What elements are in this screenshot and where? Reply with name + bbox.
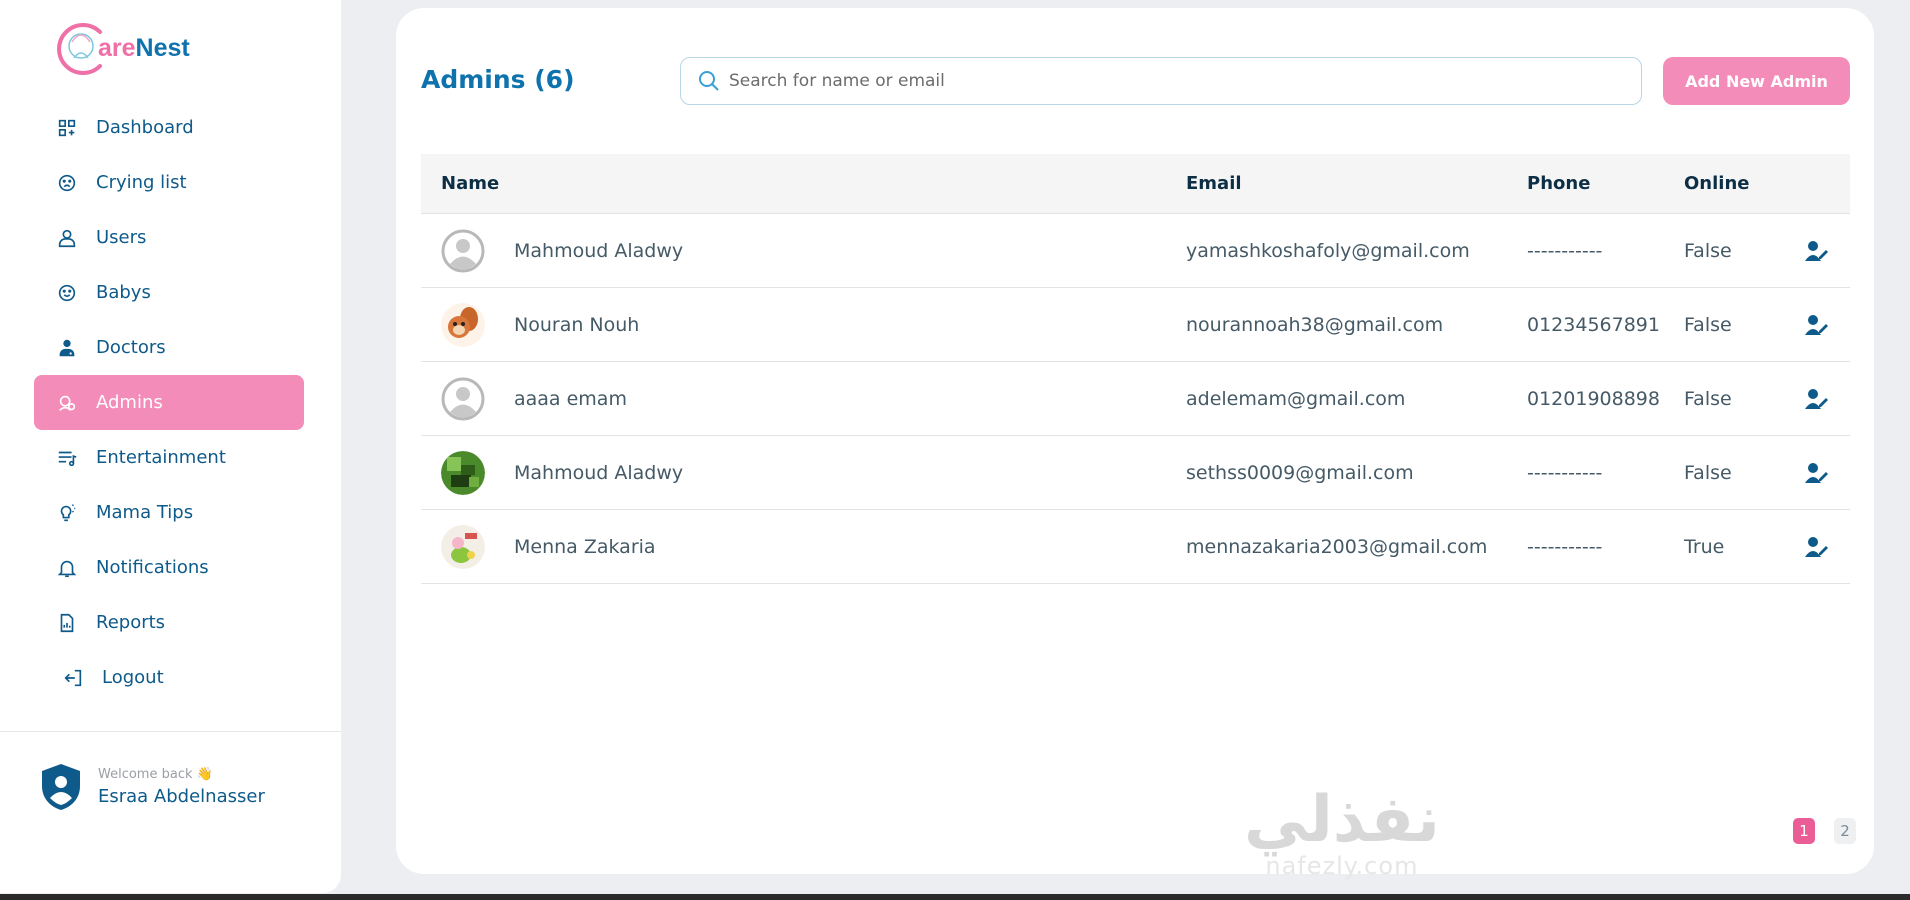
watermark-latin: nafezly.com — [1265, 852, 1419, 880]
playlist-icon — [54, 445, 80, 471]
admins-table: Name Email Phone Online Mahmoud Aladwy y… — [421, 154, 1850, 584]
taskbar-strip — [0, 894, 1910, 900]
avatar — [441, 302, 485, 347]
user-profile[interactable]: Welcome back 👋 Esraa Abdelnasser — [38, 762, 265, 812]
column-header-email[interactable]: Email — [1186, 173, 1527, 194]
edit-user-icon[interactable] — [1784, 387, 1850, 411]
admin-phone: 01234567891 — [1527, 313, 1660, 336]
sidebar-item-label: Entertainment — [96, 447, 226, 468]
edit-user-icon[interactable] — [1784, 313, 1850, 337]
admin-phone: ----------- — [1527, 239, 1603, 262]
sidebar-nav: Dashboard Crying list Users Babys Doctor… — [34, 100, 304, 705]
avatar — [441, 229, 485, 273]
sidebar-item-label: Doctors — [96, 337, 166, 358]
admin-email: adelemam@gmail.com — [1186, 387, 1406, 410]
admin-email: mennazakaria2003@gmail.com — [1186, 535, 1488, 558]
report-icon — [54, 610, 80, 636]
admin-name: Mahmoud Aladwy — [514, 461, 684, 484]
sidebar-item-dashboard[interactable]: Dashboard — [34, 100, 304, 155]
sidebar-item-notifications[interactable]: Notifications — [34, 540, 304, 595]
sidebar-item-doctors[interactable]: Doctors — [34, 320, 304, 375]
sidebar-item-label: Babys — [96, 282, 151, 303]
admin-online-status: False — [1684, 461, 1732, 484]
watermark: نفذلي nafezly.com — [1244, 788, 1440, 880]
sidebar-item-entertainment[interactable]: Entertainment — [34, 430, 304, 485]
sidebar-item-label: Mama Tips — [96, 502, 194, 523]
logo-text-part2: Nest — [135, 33, 190, 62]
table-row[interactable]: Mahmoud Aladwy sethss0009@gmail.com ----… — [421, 436, 1850, 510]
admin-online-status: False — [1684, 313, 1732, 336]
sidebar-item-admins[interactable]: Admins — [34, 375, 304, 430]
admin-online-status: False — [1684, 239, 1732, 262]
page-title: Admins (6) — [421, 65, 575, 94]
sidebar-item-label: Reports — [96, 612, 166, 633]
user-name: Esraa Abdelnasser — [98, 786, 265, 807]
sidebar-item-logout[interactable]: Logout — [34, 650, 304, 705]
avatar — [441, 450, 485, 495]
admin-phone: 01201908898 — [1527, 387, 1660, 410]
table-row[interactable]: aaaa emam adelemam@gmail.com 01201908898… — [421, 362, 1850, 436]
sidebar-item-babys[interactable]: Babys — [34, 265, 304, 320]
dashboard-icon — [54, 115, 80, 141]
table-header: Name Email Phone Online — [421, 154, 1850, 214]
sidebar: areNest Dashboard Crying list Users Baby… — [0, 0, 341, 893]
logo-text-part1: are — [98, 33, 136, 62]
doctor-icon — [54, 335, 80, 361]
user-icon — [54, 225, 80, 251]
watermark-arabic: نفذلي — [1244, 783, 1440, 857]
avatar — [441, 524, 485, 569]
table-row[interactable]: Nouran Nouh nourannoah38@gmail.com 01234… — [421, 288, 1850, 362]
column-header-name[interactable]: Name — [421, 173, 1186, 194]
avatar — [441, 377, 485, 421]
sidebar-item-label: Logout — [102, 667, 164, 688]
logo-text: areNest — [98, 34, 190, 63]
sidebar-item-mama-tips[interactable]: Mama Tips — [34, 485, 304, 540]
edit-user-icon[interactable] — [1784, 535, 1850, 559]
edit-user-icon[interactable] — [1784, 461, 1850, 485]
sidebar-item-label: Admins — [96, 392, 163, 413]
crying-face-icon — [54, 170, 80, 196]
welcome-text: Welcome back 👋 — [98, 767, 213, 782]
admin-phone: ----------- — [1527, 535, 1603, 558]
admins-panel: Admins (6) Add New Admin Name Email Phon… — [396, 8, 1874, 880]
logout-icon — [60, 665, 86, 691]
bell-icon — [54, 555, 80, 581]
sidebar-item-users[interactable]: Users — [34, 210, 304, 265]
page-button-1[interactable]: 1 — [1793, 818, 1815, 844]
edit-user-icon[interactable] — [1784, 239, 1850, 263]
baby-face-icon — [54, 280, 80, 306]
admin-online-status: False — [1684, 387, 1732, 410]
sidebar-item-crying-list[interactable]: Crying list — [34, 155, 304, 210]
admin-email: sethss0009@gmail.com — [1186, 461, 1414, 484]
admin-name: aaaa emam — [514, 387, 627, 410]
admin-name: Menna Zakaria — [514, 535, 656, 558]
sidebar-item-label: Notifications — [96, 557, 209, 578]
app-logo[interactable]: areNest — [54, 18, 190, 78]
pagination: 1 2 — [1774, 818, 1856, 844]
column-header-online[interactable]: Online — [1684, 173, 1784, 194]
sidebar-item-reports[interactable]: Reports — [34, 595, 304, 650]
sidebar-item-label: Dashboard — [96, 117, 194, 138]
admin-phone: ----------- — [1527, 461, 1603, 484]
sidebar-item-label: Users — [96, 227, 147, 248]
add-new-admin-button[interactable]: Add New Admin — [1663, 57, 1850, 105]
sidebar-divider — [0, 731, 341, 732]
admin-name: Nouran Nouh — [514, 313, 640, 336]
admin-icon — [54, 390, 80, 416]
table-row[interactable]: Mahmoud Aladwy yamashkoshafoly@gmail.com… — [421, 214, 1850, 288]
search-icon — [699, 71, 719, 91]
column-header-phone[interactable]: Phone — [1527, 173, 1684, 194]
shield-user-icon — [42, 764, 80, 810]
sidebar-item-label: Crying list — [96, 172, 187, 193]
admin-online-status: True — [1684, 535, 1725, 558]
table-row[interactable]: Menna Zakaria mennazakaria2003@gmail.com… — [421, 510, 1850, 584]
admin-email: yamashkoshafoly@gmail.com — [1186, 239, 1470, 262]
admin-email: nourannoah38@gmail.com — [1186, 313, 1444, 336]
search-input[interactable] — [729, 71, 1641, 91]
lightbulb-icon — [54, 500, 80, 526]
admin-name: Mahmoud Aladwy — [514, 239, 684, 262]
search-bar[interactable] — [680, 57, 1642, 105]
page-button-2[interactable]: 2 — [1834, 818, 1856, 844]
